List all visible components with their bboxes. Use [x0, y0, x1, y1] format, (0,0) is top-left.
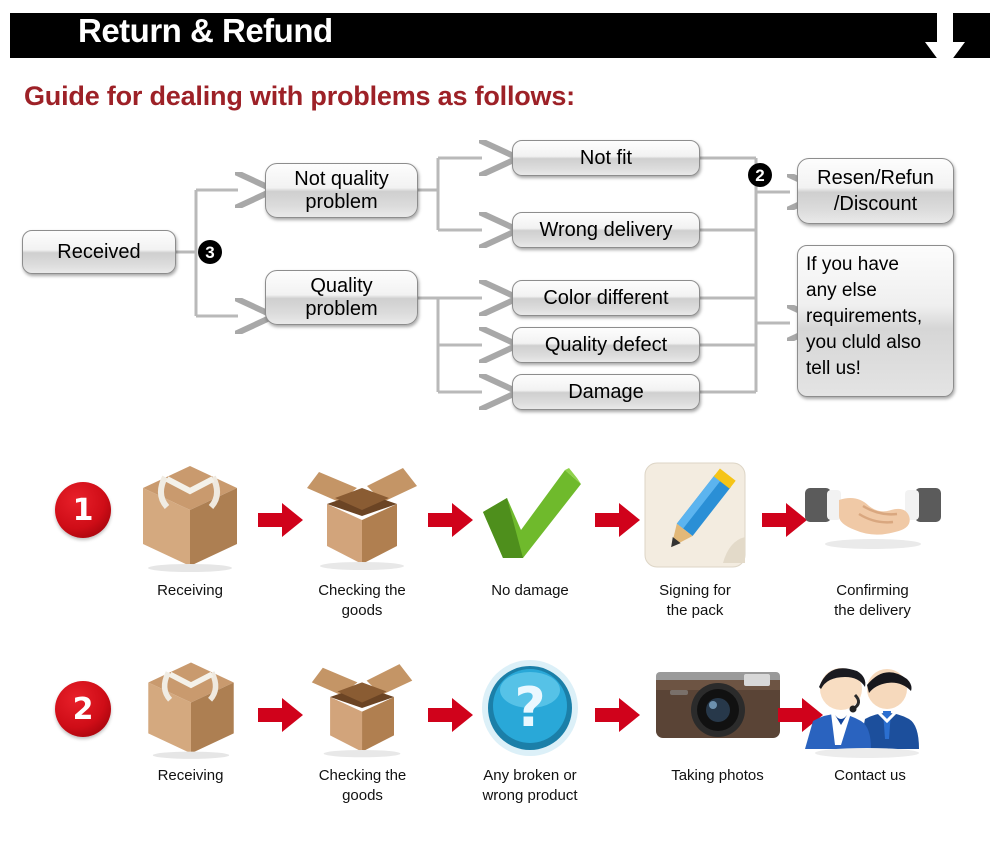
- step-label-line1: Checking the: [318, 767, 407, 784]
- note-line3: requirements,: [806, 306, 923, 327]
- resolution-line1: Resen/Refun: [817, 167, 934, 189]
- step-label-line1: Receiving: [157, 582, 223, 599]
- flow-node-extra-requirements[interactable]: If you have any else requirements, you c…: [797, 245, 954, 397]
- process-step-receiving-2: Receiving: [128, 655, 253, 786]
- step-label-line1: Checking the: [318, 582, 406, 599]
- flow-node-received[interactable]: Received: [22, 230, 176, 274]
- flow-node-quality-problem[interactable]: Quality problem: [265, 270, 418, 325]
- process-row-1: 1 Receiving Checking the goods No damage…: [0, 455, 1000, 645]
- handshake-icon: [800, 455, 945, 575]
- open-box-icon: [300, 655, 425, 760]
- process-row-2-number: 2: [55, 681, 111, 737]
- resolution-line2: /Discount: [833, 193, 918, 215]
- flow-node-damage[interactable]: Damage: [512, 374, 700, 410]
- flow-node-line2: problem: [305, 297, 378, 320]
- process-step-receiving: Receiving: [125, 455, 255, 601]
- note-line1: If you have: [806, 254, 899, 275]
- process-arrow-5: [258, 695, 304, 735]
- step-label-line2: goods: [342, 787, 383, 804]
- flow-node-line1: Not quality: [294, 167, 389, 190]
- step-label-line1: Confirming: [836, 582, 909, 599]
- page-title: Return & Refund: [78, 12, 333, 49]
- process-arrow-7: [595, 695, 641, 735]
- step-label-line1: Contact us: [834, 767, 906, 784]
- support-agents-icon: [805, 655, 935, 760]
- flowchart: Received 3 Not quality problem Quality p…: [0, 130, 1000, 430]
- down-arrow-icon: [915, 12, 975, 72]
- step-label-line1: Receiving: [157, 767, 224, 784]
- svg-text:?: ?: [514, 676, 545, 739]
- step-label-line2: the pack: [666, 602, 724, 619]
- process-step-contact-us: Contact us: [805, 655, 935, 786]
- flow-node-not-quality-problem[interactable]: Not quality problem: [265, 163, 418, 218]
- process-step-checking-goods: Checking the goods: [297, 455, 427, 621]
- process-step-no-damage: No damage: [465, 455, 595, 601]
- step-label-line1: No damage: [491, 582, 569, 599]
- question-mark-icon: ?: [465, 655, 595, 760]
- guide-heading: Guide for dealing with problems as follo…: [24, 81, 575, 111]
- flow-badge-merge: 2: [748, 163, 772, 187]
- step-label-line2: goods: [341, 602, 383, 619]
- process-step-taking-photos: Taking photos: [645, 655, 790, 786]
- step-label-line2: the delivery: [834, 602, 911, 619]
- step-label-line1: Signing for: [659, 582, 731, 599]
- flow-node-quality-defect[interactable]: Quality defect: [512, 327, 700, 363]
- flow-node-line1: Quality: [310, 274, 373, 297]
- flow-node-not-fit[interactable]: Not fit: [512, 140, 700, 176]
- sealed-box-icon: [128, 655, 253, 760]
- process-row-2: 2 Receiving Checking the goods ? Any bro…: [0, 655, 1000, 841]
- process-step-confirming: Confirming the delivery: [800, 455, 945, 621]
- note-line5: tell us!: [806, 358, 861, 379]
- step-label-line1: Taking photos: [671, 767, 764, 784]
- process-step-signing: Signing for the pack: [630, 455, 760, 621]
- process-step-checking-goods-2: Checking the goods: [300, 655, 425, 806]
- note-line2: any else: [806, 280, 877, 301]
- step-label-line1: Any broken or: [483, 767, 577, 784]
- note-line4: you cluld also: [806, 332, 922, 353]
- process-step-any-broken: ? Any broken or wrong product: [465, 655, 595, 806]
- flow-node-resolution[interactable]: Resen/Refun /Discount: [797, 158, 954, 224]
- green-check-icon: [465, 455, 595, 575]
- process-row-1-number: 1: [55, 482, 111, 538]
- flow-badge-start: 3: [198, 240, 222, 264]
- step-label-line2: wrong product: [482, 787, 578, 804]
- flow-node-color-different[interactable]: Color different: [512, 280, 700, 316]
- flow-node-wrong-delivery[interactable]: Wrong delivery: [512, 212, 700, 248]
- sealed-box-icon: [125, 455, 255, 575]
- flow-node-line2: problem: [305, 190, 378, 213]
- camera-icon: [645, 655, 790, 760]
- open-box-icon: [297, 455, 427, 575]
- pencil-sign-icon: [630, 455, 760, 575]
